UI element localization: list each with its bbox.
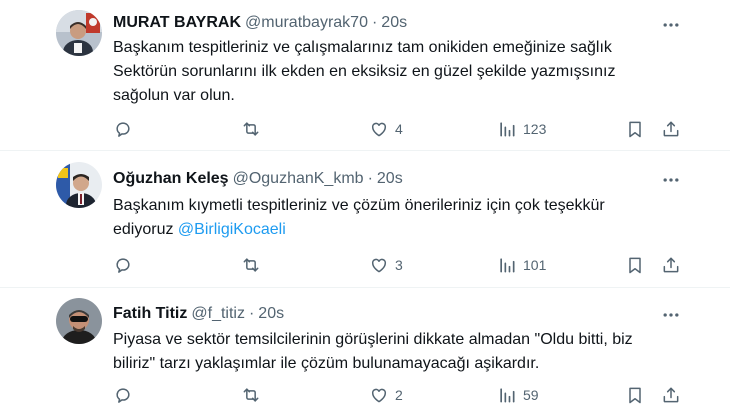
timestamp[interactable]: 20s <box>377 170 403 188</box>
user-handle[interactable]: @f_titiz <box>191 305 245 323</box>
more-dots-icon[interactable] <box>660 14 682 36</box>
retweet-button[interactable] <box>241 254 261 276</box>
timestamp[interactable]: 20s <box>381 14 407 32</box>
bookmark-icon <box>625 119 645 139</box>
heart-icon <box>369 119 389 139</box>
share-icon <box>661 119 681 139</box>
tweet-text-line: biliriz" tarzı yaklaşımlar ile çözüm bul… <box>113 355 540 372</box>
bookmark-icon <box>625 255 645 275</box>
tweet-text-line: sağolun var olun. <box>113 87 235 104</box>
more-dots-icon[interactable] <box>660 304 682 326</box>
like-button[interactable]: 2 <box>369 384 403 406</box>
share-button[interactable] <box>661 254 681 276</box>
retweet-icon <box>241 385 261 405</box>
heart-icon <box>369 385 389 405</box>
share-button[interactable] <box>661 118 681 140</box>
avatar[interactable] <box>56 162 102 208</box>
retweet-icon <box>241 255 261 275</box>
display-name[interactable]: Fatih Titiz <box>113 305 187 323</box>
reply-icon <box>113 119 133 139</box>
tweet-header: Oğuzhan Keleş @OguzhanK_kmb · 20s <box>113 169 403 189</box>
user-handle[interactable]: @muratbayrak70 <box>245 14 368 32</box>
like-count: 2 <box>395 387 403 403</box>
action-bar: 3 101 <box>113 254 683 276</box>
views-icon <box>497 385 517 405</box>
heart-icon <box>369 255 389 275</box>
tweet-header: MURAT BAYRAK @muratbayrak70 · 20s <box>113 13 407 33</box>
tweet-reply[interactable]: Fatih Titiz @f_titiz · 20s Piyasa ve sek… <box>0 288 730 420</box>
avatar[interactable] <box>56 298 102 344</box>
bookmark-button[interactable] <box>625 254 645 276</box>
reply-feed: MURAT BAYRAK @muratbayrak70 · 20s Başkan… <box>0 0 730 420</box>
display-name[interactable]: MURAT BAYRAK <box>113 14 241 32</box>
avatar[interactable] <box>56 10 102 56</box>
mention-link[interactable]: @BirligiKocaeli <box>178 221 286 238</box>
tweet-text: Başkanım kıymetli tespitleriniz ve çözüm… <box>113 194 693 242</box>
tweet-text: Başkanım tespitleriniz ve çalışmalarınız… <box>113 36 693 108</box>
reply-button[interactable] <box>113 118 133 140</box>
tweet-text-line: ediyoruz @BirligiKocaeli <box>113 218 693 242</box>
retweet-button[interactable] <box>241 384 261 406</box>
bookmark-icon <box>625 385 645 405</box>
tweet-text-line: Sektörün sorunlarını ilk ekden en eksiks… <box>113 63 616 80</box>
share-icon <box>661 255 681 275</box>
tweet-text-line: Başkanım kıymetli tespitleriniz ve çözüm… <box>113 197 605 214</box>
tweet-text-line: Piyasa ve sektör temsilcilerinin görüşle… <box>113 331 633 348</box>
view-count: 59 <box>523 387 539 403</box>
user-handle[interactable]: @OguzhanK_kmb <box>233 170 364 188</box>
timestamp[interactable]: 20s <box>258 305 284 323</box>
separator-dot: · <box>367 170 373 187</box>
views-button[interactable]: 123 <box>497 118 546 140</box>
views-icon <box>497 255 517 275</box>
share-button[interactable] <box>661 384 681 406</box>
bookmark-button[interactable] <box>625 384 645 406</box>
like-button[interactable]: 4 <box>369 118 403 140</box>
views-icon <box>497 119 517 139</box>
display-name[interactable]: Oğuzhan Keleş <box>113 170 229 188</box>
reply-icon <box>113 255 133 275</box>
action-bar: 2 59 <box>113 384 683 406</box>
retweet-icon <box>241 119 261 139</box>
view-count: 123 <box>523 121 547 137</box>
separator-dot: · <box>371 14 378 31</box>
reply-icon <box>113 385 133 405</box>
reply-button[interactable] <box>113 384 133 406</box>
tweet-header: Fatih Titiz @f_titiz · 20s <box>113 304 284 324</box>
tweet-reply[interactable]: MURAT BAYRAK @muratbayrak70 · 20s Başkan… <box>0 0 730 151</box>
views-button[interactable]: 59 <box>497 384 539 406</box>
tweet-text-line: Başkanım tespitleriniz ve çalışmalarınız… <box>113 39 612 56</box>
more-dots-icon[interactable] <box>660 169 682 191</box>
view-count: 101 <box>523 257 547 273</box>
like-button[interactable]: 3 <box>369 254 403 276</box>
retweet-button[interactable] <box>241 118 261 140</box>
bookmark-button[interactable] <box>625 118 645 140</box>
tweet-reply[interactable]: Oğuzhan Keleş @OguzhanK_kmb · 20s Başkan… <box>0 151 730 288</box>
like-count: 3 <box>395 257 403 273</box>
share-icon <box>661 385 681 405</box>
views-button[interactable]: 101 <box>497 254 546 276</box>
tweet-text-fragment: ediyoruz <box>113 221 178 238</box>
action-bar: 4 123 <box>113 118 683 140</box>
tweet-text: Piyasa ve sektör temsilcilerinin görüşle… <box>113 328 693 376</box>
separator-dot: · <box>248 305 255 322</box>
like-count: 4 <box>395 121 403 137</box>
reply-button[interactable] <box>113 254 133 276</box>
